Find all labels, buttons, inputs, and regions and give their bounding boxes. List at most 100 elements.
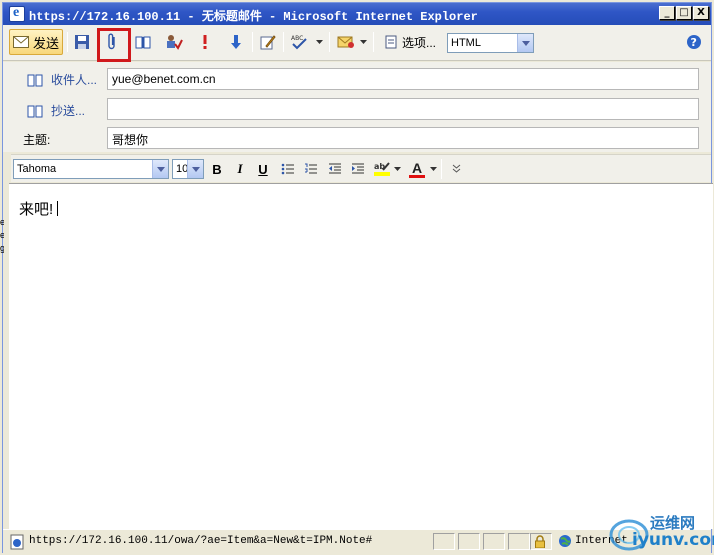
spell-check-icon: ABC xyxy=(291,35,307,50)
bullet-list-icon xyxy=(281,163,294,175)
chevron-down-icon xyxy=(359,40,367,44)
toolbar-separator xyxy=(283,32,284,52)
importance-high-button[interactable] xyxy=(195,29,215,55)
address-book-icon xyxy=(27,74,43,86)
increase-indent-button[interactable] xyxy=(348,159,368,179)
options-button[interactable]: 选项... xyxy=(379,29,441,55)
floppy-disk-icon xyxy=(75,35,89,49)
down-arrow-icon xyxy=(231,35,241,49)
highlighter-icon: ab xyxy=(374,162,390,176)
ie-window: https://172.16.100.11 - 无标题邮件 - Microsof… xyxy=(2,2,713,553)
chevron-down-icon xyxy=(393,167,401,171)
to-label: 收件人... xyxy=(51,73,98,87)
exclamation-icon xyxy=(203,35,207,49)
text-caret xyxy=(57,201,59,216)
spell-check-dropdown[interactable] xyxy=(312,29,326,55)
numbered-list-icon xyxy=(305,163,317,174)
edit-signature-button[interactable] xyxy=(257,29,279,55)
svg-text:?: ? xyxy=(691,36,697,49)
chevron-down-icon[interactable] xyxy=(152,160,168,178)
subject-label: 主题: xyxy=(23,133,51,147)
toolbar-separator xyxy=(67,32,68,52)
font-color-swatch xyxy=(409,174,425,178)
underline-button[interactable]: U xyxy=(253,159,273,179)
message-options-dropdown[interactable] xyxy=(357,29,369,55)
cc-label: 抄送... xyxy=(51,104,86,118)
chevron-down-icon[interactable] xyxy=(517,34,533,52)
double-chevron-down-icon xyxy=(452,164,460,173)
close-button[interactable]: X xyxy=(693,6,709,20)
font-color-glyph: A xyxy=(411,159,423,176)
chevron-down-icon xyxy=(429,167,437,171)
message-header-fields: 收件人... yue@benet.com.cn 抄送... 主题: 哥想你 xyxy=(3,62,711,152)
italic-button[interactable]: I xyxy=(230,159,250,179)
message-body-text: 来吧! xyxy=(19,201,54,218)
message-format-value: HTML xyxy=(451,37,481,49)
send-button[interactable]: 发送 xyxy=(9,29,63,55)
address-book-button[interactable] xyxy=(132,29,154,55)
highlight-dropdown[interactable] xyxy=(392,159,402,179)
decrease-indent-button[interactable] xyxy=(325,159,345,179)
status-pane xyxy=(458,533,480,550)
check-names-button[interactable] xyxy=(163,29,185,55)
toolbar-separator xyxy=(329,32,330,52)
help-icon: ? xyxy=(687,35,701,49)
minimize-button[interactable]: _ xyxy=(659,6,675,20)
background-window-edge: eeg xyxy=(0,217,4,253)
cc-field[interactable] xyxy=(107,98,699,120)
window-title: https://172.16.100.11 - 无标题邮件 - Microsof… xyxy=(29,10,478,24)
page-icon xyxy=(10,534,24,550)
attach-button-highlight-box xyxy=(97,28,131,62)
address-book-icon xyxy=(27,105,43,117)
to-field[interactable]: yue@benet.com.cn xyxy=(107,68,699,90)
send-envelope-icon xyxy=(12,36,29,48)
subject-field[interactable]: 哥想你 xyxy=(107,127,699,149)
toolbar-separator xyxy=(373,32,374,52)
to-button[interactable]: 收件人... xyxy=(27,71,97,88)
chevron-down-icon[interactable] xyxy=(187,160,203,178)
formatting-toolbar: Tahoma 10 B I U ab A xyxy=(11,154,711,182)
options-document-icon xyxy=(385,35,397,49)
internet-explorer-icon xyxy=(9,5,25,22)
indent-icon xyxy=(352,163,364,174)
help-button[interactable]: ? xyxy=(684,29,704,55)
watermark-en-text: iyunv.com xyxy=(632,530,714,550)
font-color-dropdown[interactable] xyxy=(428,159,438,179)
font-family-select[interactable]: Tahoma xyxy=(13,159,169,179)
status-pane xyxy=(508,533,530,550)
message-body-editor[interactable]: 来吧! xyxy=(9,183,713,529)
internet-zone-globe-icon xyxy=(559,535,571,547)
maximize-button[interactable]: □ xyxy=(676,6,692,20)
security-pane xyxy=(530,533,552,550)
svg-text:ABC: ABC xyxy=(291,35,303,42)
outdent-icon xyxy=(329,163,341,174)
address-book-icon xyxy=(135,36,151,49)
options-button-label: 选项... xyxy=(401,35,436,50)
importance-low-button[interactable] xyxy=(226,29,246,55)
check-names-icon xyxy=(167,35,183,50)
font-size-select[interactable]: 10 xyxy=(172,159,204,179)
title-bar[interactable]: https://172.16.100.11 - 无标题邮件 - Microsof… xyxy=(3,3,711,25)
envelope-flag-icon xyxy=(337,36,354,48)
bold-button[interactable]: B xyxy=(207,159,227,179)
bullet-list-button[interactable] xyxy=(278,159,298,179)
toolbar-separator xyxy=(252,32,253,52)
message-format-select[interactable]: HTML xyxy=(447,33,534,53)
highlight-button[interactable]: ab xyxy=(371,159,393,179)
pencil-document-icon xyxy=(260,35,276,50)
font-family-value: Tahoma xyxy=(17,163,57,175)
status-url-text: https://172.16.100.11/owa/?ae=Item&a=New… xyxy=(29,535,373,547)
status-pane xyxy=(433,533,455,550)
font-color-button[interactable]: A xyxy=(407,159,427,179)
save-button[interactable] xyxy=(71,29,93,55)
lock-icon xyxy=(535,535,545,548)
send-button-label: 发送 xyxy=(32,35,59,51)
toolbar-separator xyxy=(441,159,442,179)
message-options-button[interactable] xyxy=(335,29,357,55)
more-formatting-button[interactable] xyxy=(446,159,466,179)
chevron-down-icon xyxy=(315,40,323,44)
numbered-list-button[interactable] xyxy=(301,159,321,179)
cc-button[interactable]: 抄送... xyxy=(27,102,85,119)
status-pane xyxy=(483,533,505,550)
spell-check-button[interactable]: ABC xyxy=(288,29,310,55)
